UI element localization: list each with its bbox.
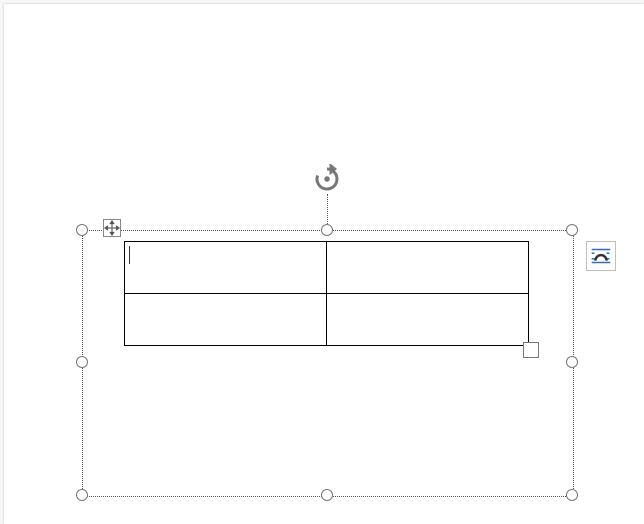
handle-sw[interactable]: [76, 489, 88, 501]
table-cell[interactable]: [327, 242, 529, 294]
handle-s[interactable]: [321, 489, 333, 501]
handle-ne[interactable]: [566, 224, 578, 236]
table-resize-handle[interactable]: [523, 342, 539, 358]
rotate-icon[interactable]: [312, 164, 342, 194]
document-page[interactable]: [4, 4, 644, 524]
handle-e[interactable]: [566, 356, 578, 368]
handle-w[interactable]: [76, 356, 88, 368]
table-cell[interactable]: [125, 294, 327, 346]
layout-options-icon[interactable]: [586, 241, 616, 271]
text-caret: [129, 246, 130, 264]
inserted-table[interactable]: [124, 241, 529, 346]
table-cell[interactable]: [125, 242, 327, 294]
handle-n[interactable]: [321, 224, 333, 236]
table-cell[interactable]: [327, 294, 529, 346]
handle-nw[interactable]: [76, 224, 88, 236]
handle-se[interactable]: [566, 489, 578, 501]
move-icon[interactable]: [103, 219, 121, 237]
